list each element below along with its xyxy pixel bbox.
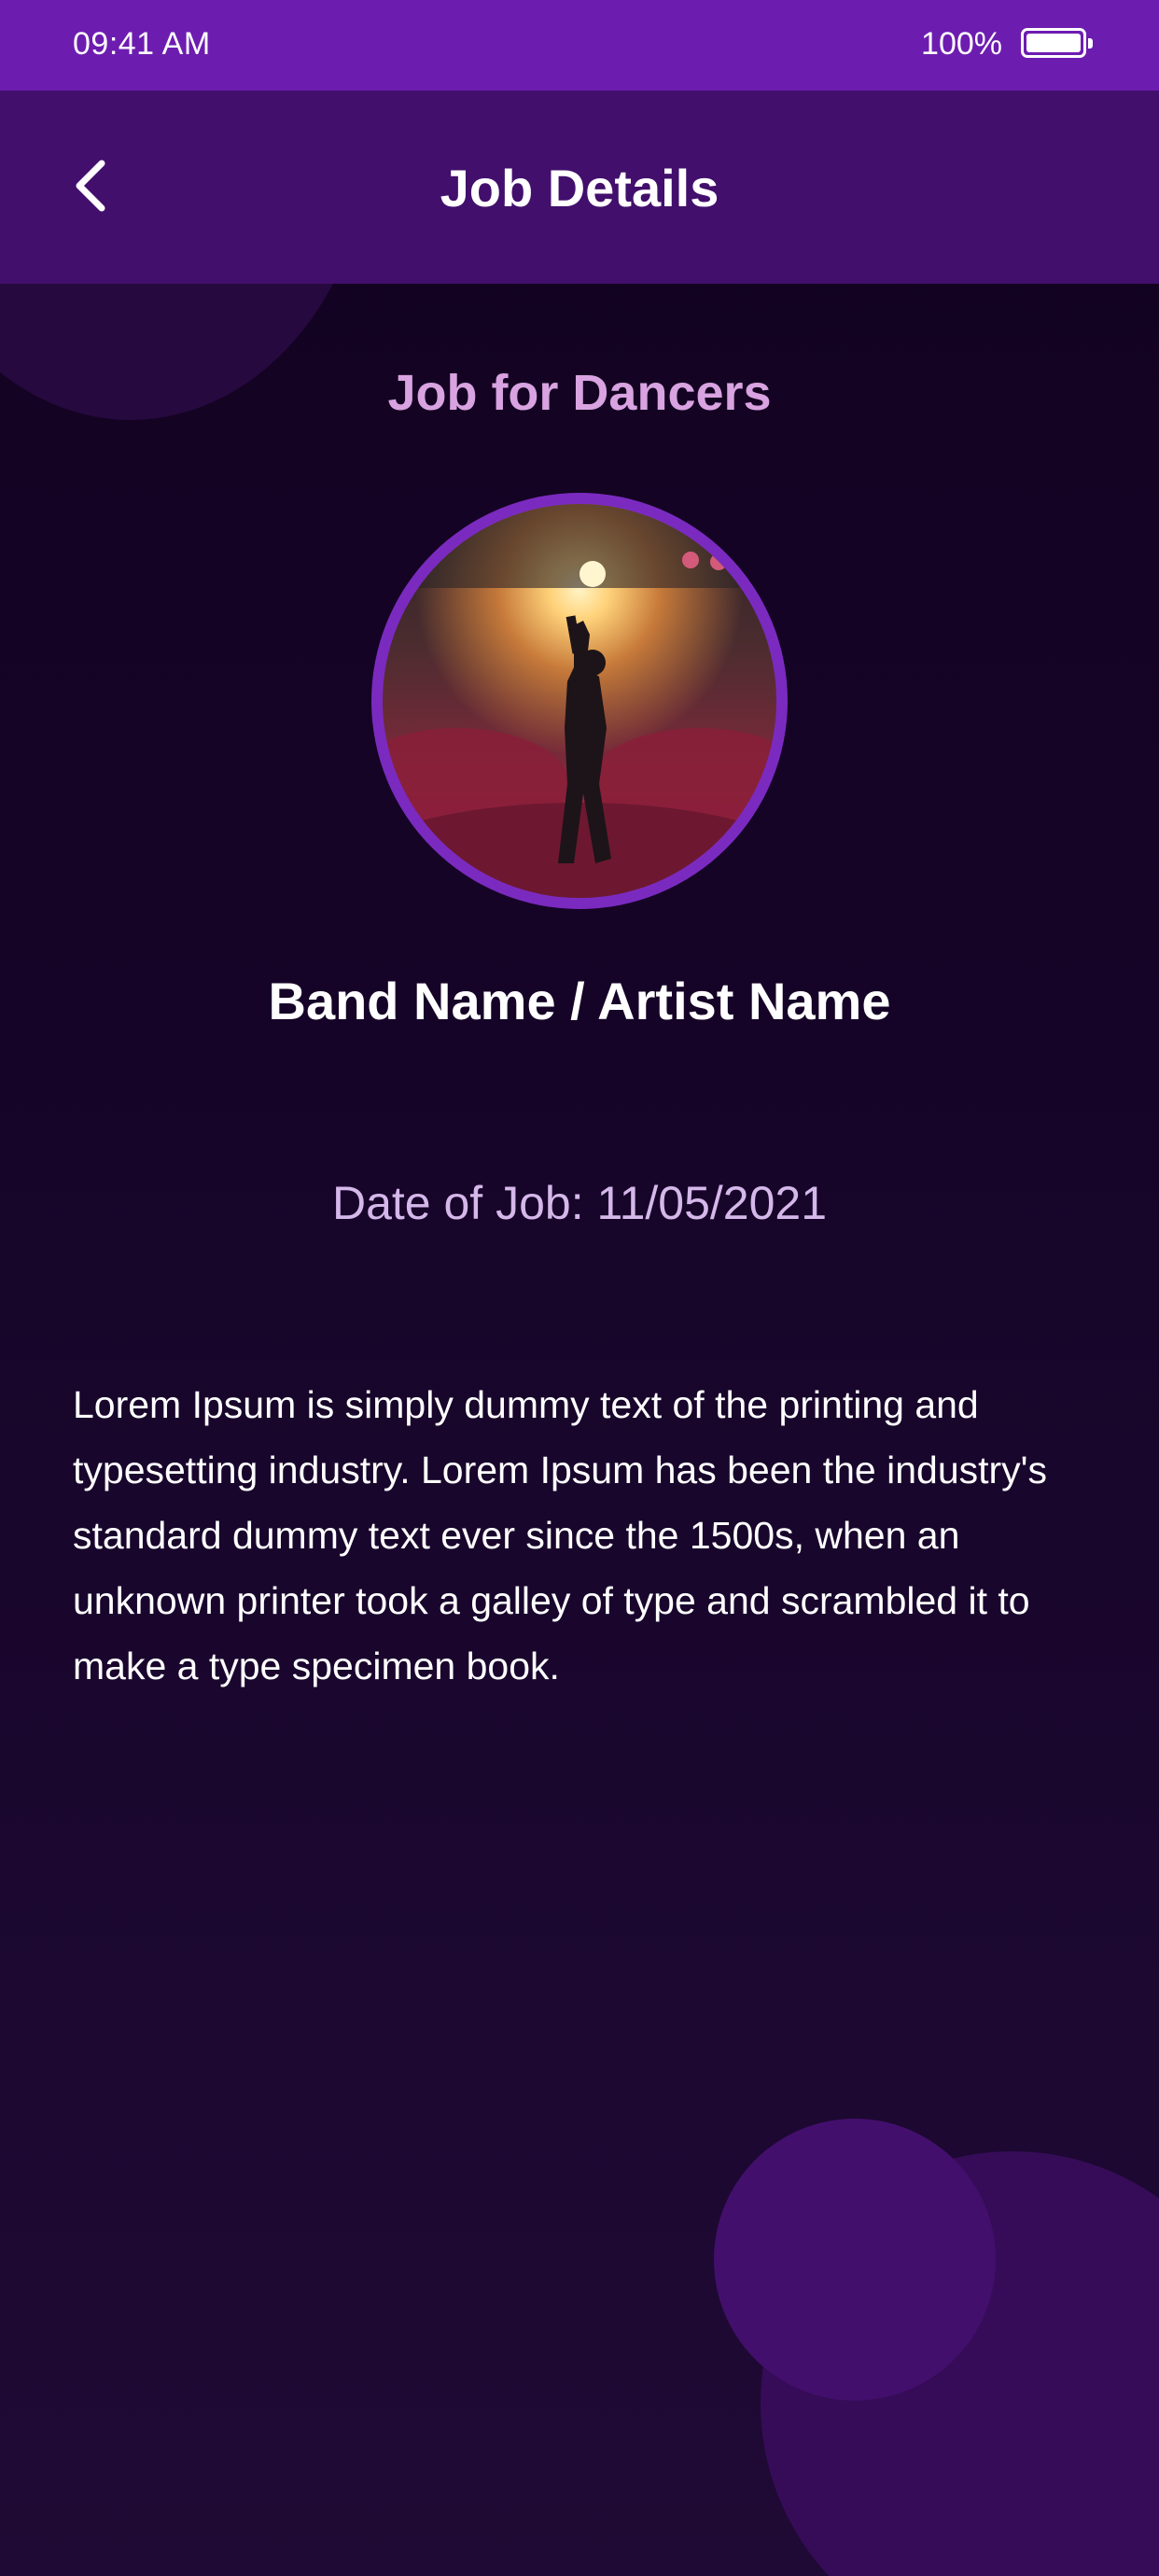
status-bar: 09:41 AM 100% bbox=[0, 0, 1159, 91]
page-title: Job Details bbox=[440, 159, 719, 217]
app-header: Job Details bbox=[0, 91, 1159, 284]
battery-icon bbox=[1021, 28, 1093, 58]
job-category-title: Job for Dancers bbox=[387, 365, 772, 421]
job-description: Lorem Ipsum is simply dummy text of the … bbox=[73, 1383, 1047, 1687]
decorative-circle-bottom-small bbox=[714, 2119, 996, 2401]
battery-level bbox=[1026, 34, 1081, 52]
artist-avatar-ring bbox=[371, 493, 788, 909]
artist-avatar-image bbox=[383, 504, 776, 898]
concert-image bbox=[383, 504, 776, 898]
job-details-screen: 09:41 AM 100% Job Details Job for Dancer… bbox=[0, 0, 1159, 2576]
artist-name: Band Name / Artist Name bbox=[268, 972, 891, 1030]
battery-percentage: 100% bbox=[921, 26, 1002, 62]
status-time: 09:41 AM bbox=[73, 26, 211, 62]
job-date: Date of Job: 11/05/2021 bbox=[331, 1177, 828, 1229]
battery-cap bbox=[1088, 38, 1093, 49]
